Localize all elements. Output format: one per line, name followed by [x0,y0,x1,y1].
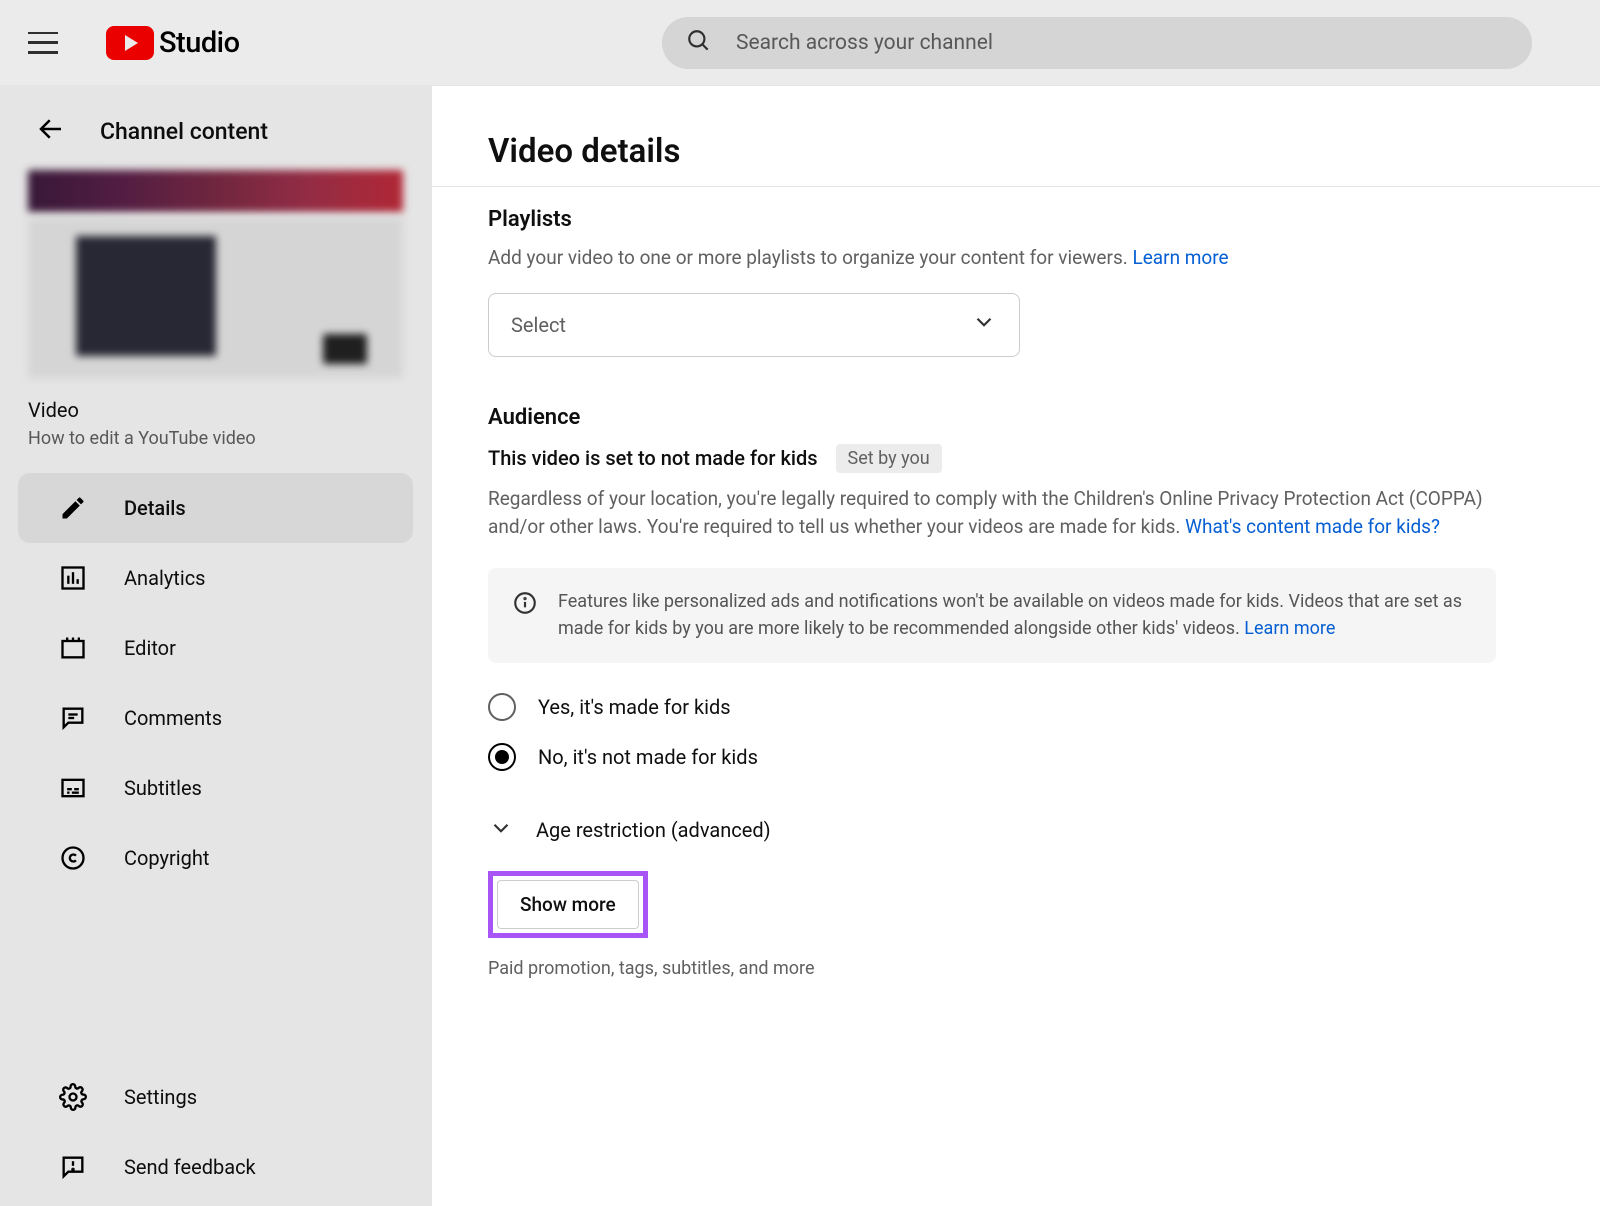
sidebar-item-label: Analytics [124,566,206,590]
back-arrow-icon [36,114,66,148]
feedback-icon [58,1152,88,1182]
search-bar[interactable] [662,17,1532,69]
sidebar-item-label: Copyright [124,846,209,870]
show-more-highlight: Show more [488,871,648,938]
sidebar-item-label: Comments [124,706,222,730]
editor-icon [58,633,88,663]
back-title: Channel content [100,118,268,145]
radio-icon [488,743,516,771]
set-by-you-badge: Set by you [836,444,942,473]
sidebar-item-label: Details [124,496,186,520]
sidebar-item-label: Settings [124,1085,197,1109]
search-icon [686,28,712,58]
search-input[interactable] [736,31,1508,55]
radio-label: Yes, it's made for kids [538,695,731,719]
show-more-hint: Paid promotion, tags, subtitles, and mor… [488,958,1496,979]
main-content: Video details Playlists Add your video t… [432,86,1600,1206]
radio-label: No, it's not made for kids [538,745,758,769]
sidebar-item-copyright[interactable]: Copyright [18,823,413,893]
back-to-channel-content[interactable]: Channel content [0,86,431,170]
sidebar-item-settings[interactable]: Settings [18,1062,413,1132]
sidebar-item-details[interactable]: Details [18,473,413,543]
video-info-label: Video [28,398,403,422]
audience-status-text: This video is set to not made for kids [488,446,818,470]
sidebar-item-editor[interactable]: Editor [18,613,413,683]
sidebar: Channel content Video How to edit a YouT… [0,86,432,1206]
chevron-down-icon [488,815,514,845]
radio-made-for-kids-no[interactable]: No, it's not made for kids [488,743,1496,771]
chevron-down-icon [971,309,997,340]
sidebar-item-comments[interactable]: Comments [18,683,413,753]
analytics-icon [58,563,88,593]
page-title: Video details [488,132,1496,171]
content-for-kids-link[interactable]: What's content made for kids? [1185,515,1440,538]
comments-icon [58,703,88,733]
audience-info-box: Features like personalized ads and notif… [488,568,1496,664]
copyright-icon [58,843,88,873]
sidebar-item-label: Send feedback [124,1155,256,1179]
menu-button[interactable] [28,32,58,54]
gear-icon [58,1082,88,1112]
age-restriction-label: Age restriction (advanced) [536,818,771,842]
header: Studio [0,0,1600,86]
age-restriction-toggle[interactable]: Age restriction (advanced) [488,815,1496,845]
sidebar-item-subtitles[interactable]: Subtitles [18,753,413,823]
video-info: Video How to edit a YouTube video [0,388,431,467]
playlists-select[interactable]: Select [488,293,1020,357]
sidebar-item-feedback[interactable]: Send feedback [18,1132,413,1202]
playlists-learn-more-link[interactable]: Learn more [1132,246,1228,269]
playlists-title: Playlists [488,207,1496,232]
subtitles-icon [58,773,88,803]
sidebar-item-label: Editor [124,636,176,660]
info-icon [512,588,538,644]
audience-title: Audience [488,405,1496,430]
logo-text: Studio [159,26,240,60]
youtube-play-icon [106,26,154,60]
pencil-icon [58,493,88,523]
audience-info-learn-more-link[interactable]: Learn more [1244,618,1335,639]
playlists-desc: Add your video to one or more playlists … [488,244,1496,273]
radio-icon [488,693,516,721]
audience-desc: Regardless of your location, you're lega… [488,485,1496,542]
video-thumbnail[interactable] [0,170,431,388]
youtube-studio-logo[interactable]: Studio [106,26,240,60]
playlists-select-label: Select [511,313,566,337]
show-more-button[interactable]: Show more [497,880,639,929]
sidebar-item-label: Subtitles [124,776,202,800]
radio-made-for-kids-yes[interactable]: Yes, it's made for kids [488,693,1496,721]
video-info-title: How to edit a YouTube video [28,428,403,449]
sidebar-item-analytics[interactable]: Analytics [18,543,413,613]
